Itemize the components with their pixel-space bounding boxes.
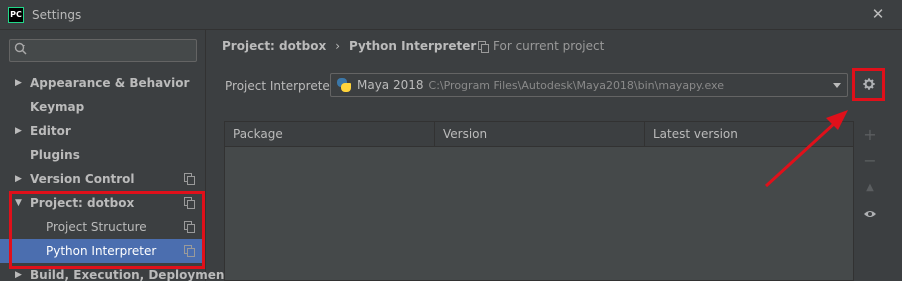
sidebar-item-label: Python Interpreter <box>46 244 157 258</box>
project-interpreter-dropdown[interactable]: Maya 2018 C:\Program Files\Autodesk\Maya… <box>330 73 848 97</box>
title-bar: PC Settings ✕ <box>0 0 902 30</box>
eye-icon <box>863 204 877 223</box>
scope-indicator: For current project <box>478 39 604 53</box>
show-early-releases-button[interactable] <box>862 205 878 221</box>
sidebar-item-python-interpreter[interactable]: Python Interpreter <box>0 239 205 263</box>
sidebar-item-version-control[interactable]: ▶ Version Control <box>0 167 205 191</box>
settings-sidebar: ▶ Appearance & Behavior Keymap ▶ Editor … <box>0 30 230 281</box>
project-scope-icon <box>184 245 195 257</box>
window-title: Settings <box>32 8 82 22</box>
search-icon <box>14 42 28 59</box>
breadcrumb: Project: dotbox › Python Interpreter <box>222 39 476 53</box>
packages-table[interactable]: Package Version Latest version <box>224 121 854 281</box>
scope-label: For current project <box>493 39 605 53</box>
sidebar-item-label: Build, Execution, Deployment <box>30 268 231 281</box>
column-header-version[interactable]: Version <box>435 122 645 147</box>
sidebar-item-label: Project: dotbox <box>30 196 135 210</box>
table-header: Package Version Latest version <box>225 122 853 147</box>
remove-package-button[interactable]: − <box>862 151 878 170</box>
project-scope-icon <box>478 40 489 53</box>
collapse-arrow-icon: ▼ <box>15 198 22 208</box>
expand-arrow-icon: ▶ <box>15 78 22 88</box>
sidebar-item-build-execution-deployment[interactable]: ▶ Build, Execution, Deployment <box>0 263 230 281</box>
interpreter-settings-gear-button[interactable] <box>857 73 881 97</box>
sidebar-item-editor[interactable]: ▶ Editor <box>0 119 205 143</box>
breadcrumb-root: Project: dotbox <box>222 39 327 53</box>
main-panel: Project: dotbox › Python Interpreter For… <box>207 30 902 281</box>
project-scope-icon <box>184 197 195 209</box>
close-button[interactable]: ✕ <box>869 4 887 24</box>
sidebar-item-label: Keymap <box>30 100 85 114</box>
expand-arrow-icon: ▶ <box>15 174 22 184</box>
sidebar-item-label: Appearance & Behavior <box>30 76 190 90</box>
column-header-package[interactable]: Package <box>225 122 435 147</box>
sidebar-item-appearance-behavior[interactable]: ▶ Appearance & Behavior <box>0 71 205 95</box>
breadcrumb-current: Python Interpreter <box>349 39 477 53</box>
sidebar-item-keymap[interactable]: Keymap <box>0 95 205 119</box>
interpreter-name: Maya 2018 <box>357 78 424 92</box>
sidebar-item-project-structure[interactable]: Project Structure <box>0 215 205 239</box>
upgrade-package-button[interactable]: ▲ <box>862 179 878 195</box>
sidebar-item-label: Editor <box>30 124 71 138</box>
settings-search-input[interactable] <box>32 42 192 59</box>
breadcrumb-separator: › <box>335 39 340 53</box>
project-interpreter-label: Project Interpreter: <box>225 79 339 93</box>
expand-arrow-icon: ▶ <box>15 270 22 280</box>
project-scope-icon <box>184 221 195 233</box>
column-header-latest-version[interactable]: Latest version <box>645 122 853 147</box>
dropdown-arrow-icon <box>833 83 841 88</box>
interpreter-path: C:\Program Files\Autodesk\Maya2018\bin\m… <box>428 78 724 92</box>
expand-arrow-icon: ▶ <box>15 126 22 136</box>
settings-search-box[interactable] <box>9 39 197 62</box>
sidebar-item-project-dotbox[interactable]: ▼ Project: dotbox <box>0 191 205 215</box>
gear-icon <box>862 77 876 94</box>
add-package-button[interactable]: + <box>862 125 878 144</box>
sidebar-item-plugins[interactable]: Plugins <box>0 143 205 167</box>
pycharm-app-icon: PC <box>8 7 24 23</box>
python-logo-icon <box>337 78 351 92</box>
sidebar-item-label: Plugins <box>30 148 80 162</box>
sidebar-item-label: Project Structure <box>46 220 147 234</box>
sidebar-item-label: Version Control <box>30 172 135 186</box>
project-scope-icon <box>184 173 195 185</box>
